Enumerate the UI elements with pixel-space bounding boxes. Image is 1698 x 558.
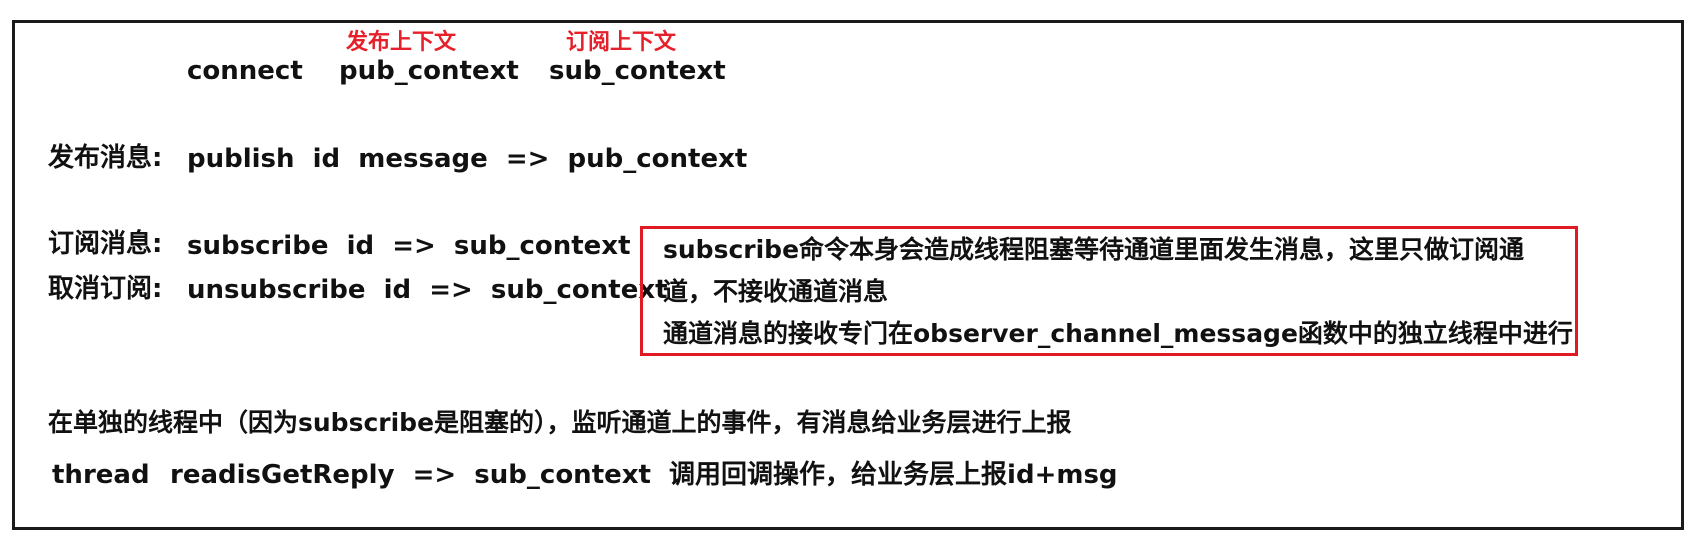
thread-label: thread bbox=[52, 460, 150, 490]
unsubscribe-label: 取消订阅: bbox=[48, 274, 163, 304]
publish-label: 发布消息: bbox=[48, 143, 163, 173]
publish-command: publish id message => pub_context bbox=[187, 144, 748, 174]
pub-context-label: 发布上下文 bbox=[346, 30, 457, 55]
unsubscribe-command: unsubscribe id => sub_context bbox=[187, 275, 668, 305]
subscribe-note-box: subscribe命令本身会造成线程阻塞等待通道里面发生消息，这里只做订阅通 道… bbox=[640, 226, 1578, 356]
sub-context-label: 订阅上下文 bbox=[566, 30, 677, 55]
connect-text: connect bbox=[187, 56, 303, 86]
thread-command: readisGetReply => sub_context 调用回调操作，给业务… bbox=[170, 460, 1118, 490]
note-line-1: subscribe命令本身会造成线程阻塞等待通道里面发生消息，这里只做订阅通 bbox=[663, 235, 1525, 264]
thread-description: 在单独的线程中（因为subscribe是阻塞的），监听通道上的事件，有消息给业务… bbox=[48, 408, 1072, 437]
sub-context-text: sub_context bbox=[549, 56, 726, 86]
subscribe-label: 订阅消息: bbox=[48, 229, 163, 259]
note-line-3: 通道消息的接收专门在observer_channel_message函数中的独立… bbox=[663, 319, 1573, 348]
pub-context-text: pub_context bbox=[339, 56, 519, 86]
subscribe-command: subscribe id => sub_context bbox=[187, 231, 631, 261]
note-line-2: 道，不接收通道消息 bbox=[663, 277, 889, 306]
